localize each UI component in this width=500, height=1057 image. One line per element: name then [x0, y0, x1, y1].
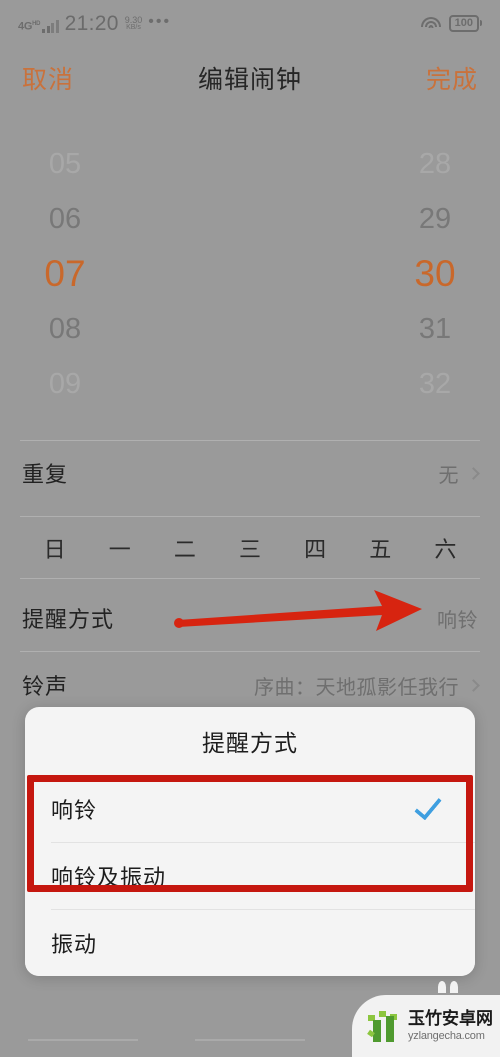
- watermark-ears: [438, 981, 458, 993]
- watermark-text: 玉竹安卓网 yzlangecha.com: [408, 1010, 493, 1042]
- network-speed-value: 9.30: [124, 14, 143, 25]
- hour-option[interactable]: 08: [49, 302, 81, 357]
- hour-option[interactable]: 09: [49, 357, 81, 412]
- network-type-label: 4GHD: [18, 20, 41, 33]
- site-watermark: 玉竹安卓网 yzlangecha.com: [352, 981, 500, 1057]
- weekday-tue[interactable]: 二: [152, 532, 217, 564]
- row-repeat-label: 重复: [22, 462, 69, 487]
- row-ringtone[interactable]: 铃声 序曲：天地孤影任我行: [0, 657, 500, 713]
- status-clock: 21:20: [64, 11, 119, 35]
- dialog-title: 提醒方式: [202, 730, 298, 756]
- weekday-sat[interactable]: 六: [413, 532, 478, 564]
- row-reminder-mode-value: 响铃: [437, 609, 478, 632]
- watermark-domain: yzlangecha.com: [408, 1030, 485, 1042]
- minute-option[interactable]: 28: [419, 137, 451, 192]
- bamboo-logo-icon: [366, 1008, 402, 1044]
- dialog-option-label: 响铃: [51, 797, 98, 823]
- divider: [20, 651, 480, 652]
- minute-option[interactable]: 29: [419, 192, 451, 247]
- status-bar: 4GHD 21:20 9.30 KB/s ••• 100: [0, 0, 500, 46]
- weekday-wed[interactable]: 三: [217, 532, 282, 564]
- hour-option[interactable]: 06: [49, 192, 81, 247]
- nav-back-icon[interactable]: [28, 1039, 139, 1041]
- minute-option[interactable]: 32: [419, 357, 451, 412]
- battery-level-label: 100: [448, 14, 479, 32]
- nav-home-icon[interactable]: [194, 1039, 305, 1041]
- minute-option[interactable]: 31: [419, 302, 451, 357]
- dialog-option-label: 振动: [51, 931, 98, 957]
- chevron-right-icon: [467, 678, 480, 692]
- time-picker[interactable]: 05 06 07 08 09 28 29 30 31 32: [0, 118, 500, 430]
- hour-wheel[interactable]: 05 06 07 08 09: [0, 118, 250, 430]
- watermark-name: 玉竹安卓网: [408, 1009, 493, 1028]
- minute-wheel[interactable]: 28 29 30 31 32: [250, 118, 500, 430]
- hour-option-selected[interactable]: 07: [44, 247, 85, 302]
- page-title: 编辑闹钟: [197, 66, 302, 94]
- row-repeat[interactable]: 重复 无: [0, 443, 500, 503]
- weekday-thu[interactable]: 四: [283, 532, 348, 564]
- row-repeat-value: 无: [438, 464, 459, 487]
- cellular-group: 4GHD: [18, 19, 59, 33]
- signal-bars-icon: [42, 19, 59, 33]
- divider: [20, 440, 480, 441]
- minute-option-selected[interactable]: 30: [414, 247, 455, 302]
- check-icon: [414, 791, 442, 820]
- weekday-mon[interactable]: 一: [87, 532, 152, 564]
- weekday-fri[interactable]: 五: [348, 532, 413, 564]
- row-ringtone-value: 序曲：天地孤影任我行: [254, 676, 459, 699]
- dialog-option-ring[interactable]: 响铃: [25, 775, 475, 842]
- chevron-right-icon: [467, 466, 480, 480]
- battery-icon: 100: [448, 14, 482, 32]
- battery-cap: [480, 20, 482, 26]
- done-button[interactable]: 完成: [426, 60, 478, 96]
- phone-screen: 4GHD 21:20 9.30 KB/s ••• 100 取消 编辑闹钟 完成 …: [0, 0, 500, 1057]
- divider: [20, 578, 480, 579]
- dialog-option-vibrate[interactable]: 振动: [25, 909, 475, 976]
- status-bar-left: 4GHD 21:20 9.30 KB/s •••: [18, 13, 171, 34]
- row-ringtone-label: 铃声: [22, 674, 69, 699]
- app-nav-bar: 取消 编辑闹钟 完成: [0, 46, 500, 110]
- weekday-selector[interactable]: 日 一 二 三 四 五 六: [0, 520, 500, 576]
- overflow-dots-icon: •••: [148, 12, 172, 30]
- cancel-button[interactable]: 取消: [22, 60, 74, 96]
- dialog-option-ring-vibrate[interactable]: 响铃及振动: [25, 842, 475, 909]
- dialog-option-label: 响铃及振动: [51, 864, 167, 890]
- wifi-icon: [420, 16, 441, 31]
- divider: [20, 516, 480, 517]
- status-bar-right: 100: [420, 14, 482, 32]
- reminder-mode-dialog: 提醒方式 响铃 响铃及振动 振动: [25, 707, 475, 976]
- weekday-sun[interactable]: 日: [22, 532, 87, 564]
- hour-option[interactable]: 05: [49, 137, 81, 192]
- row-reminder-mode-label: 提醒方式: [22, 607, 115, 632]
- network-speed-unit: KB/s: [126, 23, 141, 31]
- network-speed: 9.30 KB/s: [124, 14, 143, 32]
- row-reminder-mode[interactable]: 提醒方式 响铃: [0, 590, 500, 646]
